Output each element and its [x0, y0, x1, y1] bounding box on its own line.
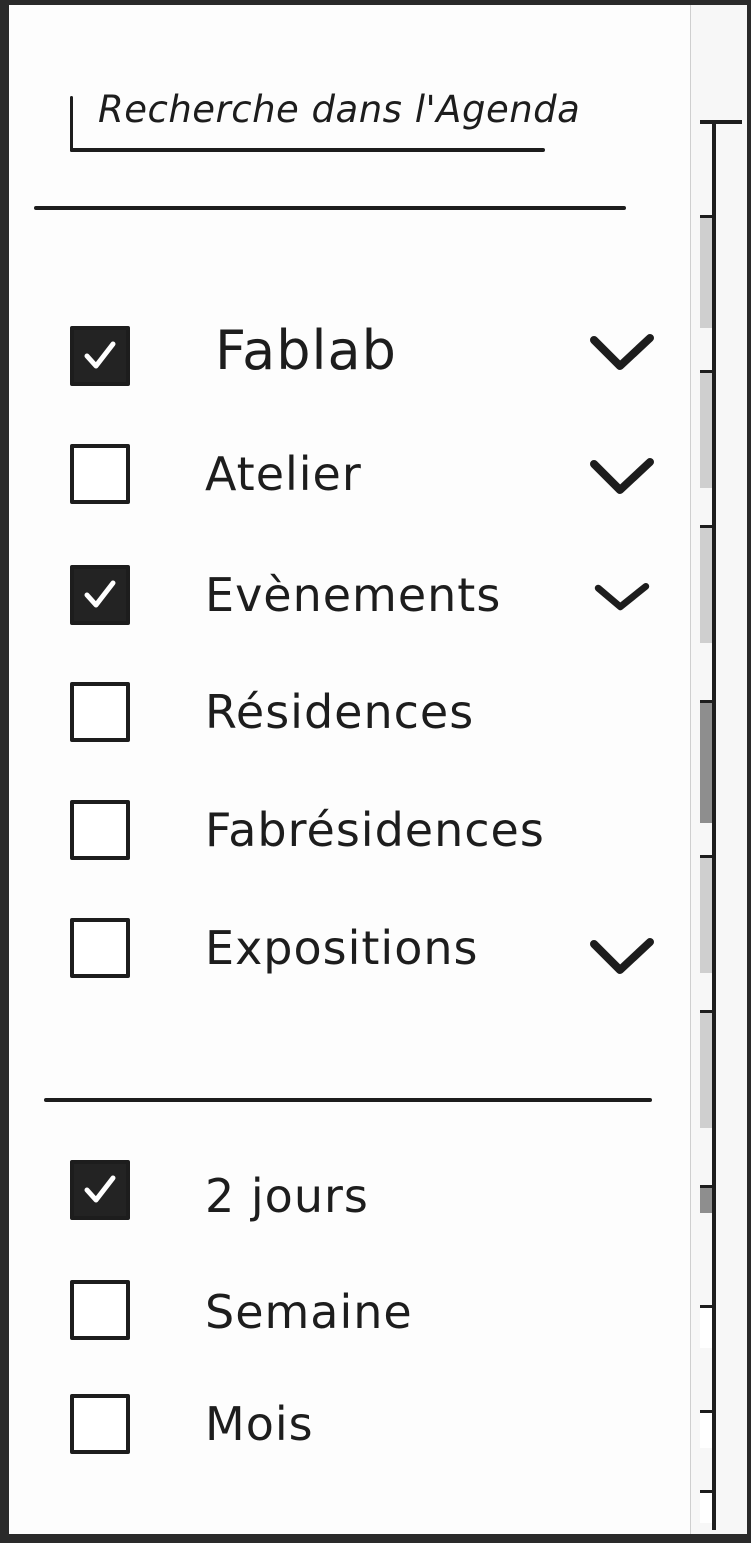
- period-row-semaine[interactable]: Semaine: [70, 1280, 660, 1350]
- scrollbar-track-line: [712, 120, 716, 1530]
- divider-top: [34, 206, 626, 210]
- header-bracket: [70, 96, 73, 152]
- category-row-evenements[interactable]: Evènements: [70, 565, 660, 635]
- category-row-fabresidences[interactable]: Fabrésidences: [70, 800, 660, 870]
- chevron-down-icon[interactable]: [590, 334, 654, 374]
- page-title: Recherche dans l'Agenda: [98, 88, 581, 131]
- category-label: Evènements: [205, 568, 502, 622]
- checkbox-evenements[interactable]: [70, 565, 130, 625]
- checkmark-icon: [84, 341, 116, 369]
- checkbox-atelier[interactable]: [70, 444, 130, 504]
- checkbox-mois[interactable]: [70, 1394, 130, 1454]
- agenda-search-header: Recherche dans l'Agenda: [70, 78, 580, 152]
- checkbox-fabresidences[interactable]: [70, 800, 130, 860]
- checkbox-expositions[interactable]: [70, 918, 130, 978]
- category-label: Fabrésidences: [205, 803, 545, 857]
- category-row-residences[interactable]: Résidences: [70, 682, 660, 752]
- chevron-down-icon[interactable]: [590, 938, 654, 978]
- period-row-mois[interactable]: Mois: [70, 1394, 660, 1464]
- header-underline: [70, 148, 545, 152]
- scrollbar-top-cap: [700, 120, 742, 124]
- checkbox-semaine[interactable]: [70, 1280, 130, 1340]
- period-label: Semaine: [205, 1285, 413, 1339]
- category-label: Expositions: [205, 921, 479, 975]
- category-row-fablab[interactable]: Fablab: [70, 319, 660, 396]
- category-row-atelier[interactable]: Atelier: [70, 444, 660, 514]
- period-label: Mois: [205, 1397, 314, 1451]
- chevron-down-icon[interactable]: [590, 458, 654, 498]
- checkmark-icon: [84, 580, 116, 608]
- divider-bottom: [44, 1098, 652, 1102]
- period-row-2-jours[interactable]: 2 jours: [70, 1160, 660, 1230]
- period-label: 2 jours: [205, 1169, 369, 1223]
- category-label: Fablab: [215, 319, 397, 382]
- category-label: Résidences: [205, 685, 475, 739]
- category-label: Atelier: [205, 447, 362, 501]
- checkbox-fablab[interactable]: [70, 326, 130, 386]
- checkmark-icon: [84, 1175, 116, 1203]
- scrollbar[interactable]: [700, 120, 742, 1530]
- checkbox-residences[interactable]: [70, 682, 130, 742]
- checkbox-2-jours[interactable]: [70, 1160, 130, 1220]
- category-row-expositions[interactable]: Expositions: [70, 918, 660, 988]
- chevron-down-icon[interactable]: [590, 583, 654, 617]
